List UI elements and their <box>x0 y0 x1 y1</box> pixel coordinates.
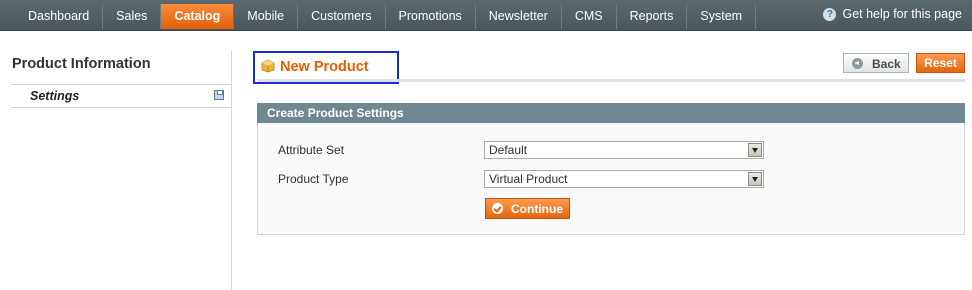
product-type-value: Virtual Product <box>489 172 568 186</box>
nav-item-sales[interactable]: Sales <box>103 4 162 29</box>
nav-item-newsletter[interactable]: Newsletter <box>476 4 562 29</box>
attribute-set-select[interactable]: Default <box>484 141 764 159</box>
help-icon: ? <box>823 7 837 21</box>
nav-item-catalog[interactable]: Catalog <box>161 4 235 29</box>
reset-button[interactable]: Reset <box>916 53 965 73</box>
nav-item-promotions[interactable]: Promotions <box>386 4 476 29</box>
back-label: Back <box>872 57 901 71</box>
nav-menu: Dashboard Sales Catalog Mobile Customers… <box>0 4 757 29</box>
check-icon <box>492 203 503 214</box>
continue-button[interactable]: Continue <box>485 198 570 219</box>
product-type-select[interactable]: Virtual Product <box>484 170 764 188</box>
sidebar-tab-label: Settings <box>30 89 80 103</box>
chevron-down-icon <box>748 143 762 157</box>
page-title: New Product <box>280 59 369 75</box>
nav-item-mobile[interactable]: Mobile <box>234 4 299 29</box>
help-link[interactable]: ? Get help for this page <box>823 7 962 21</box>
chevron-down-icon <box>748 172 762 186</box>
nav-item-dashboard[interactable]: Dashboard <box>0 4 104 29</box>
sidebar-tab-settings[interactable]: Settings <box>11 84 231 108</box>
product-type-label: Product Type <box>278 172 349 186</box>
nav-item-customers[interactable]: Customers <box>298 4 386 29</box>
top-navigation: Dashboard Sales Catalog Mobile Customers… <box>0 0 972 31</box>
sidebar-title: Product Information <box>12 56 151 72</box>
panel-header: Create Product Settings <box>257 103 965 123</box>
column-divider <box>231 51 232 290</box>
nav-item-reports[interactable]: Reports <box>617 4 688 29</box>
save-icon <box>214 90 224 100</box>
attribute-set-value: Default <box>489 143 528 157</box>
help-label: Get help for this page <box>842 7 962 21</box>
product-box-icon <box>261 59 275 73</box>
back-button[interactable]: Back <box>843 53 909 73</box>
header-divider <box>257 79 965 82</box>
nav-item-cms[interactable]: CMS <box>562 4 617 29</box>
settings-panel: Attribute Set Default Product Type Virtu… <box>257 123 965 235</box>
nav-item-system[interactable]: System <box>687 4 757 29</box>
attribute-set-label: Attribute Set <box>278 143 345 157</box>
continue-label: Continue <box>511 202 563 216</box>
back-arrow-icon <box>852 58 863 69</box>
